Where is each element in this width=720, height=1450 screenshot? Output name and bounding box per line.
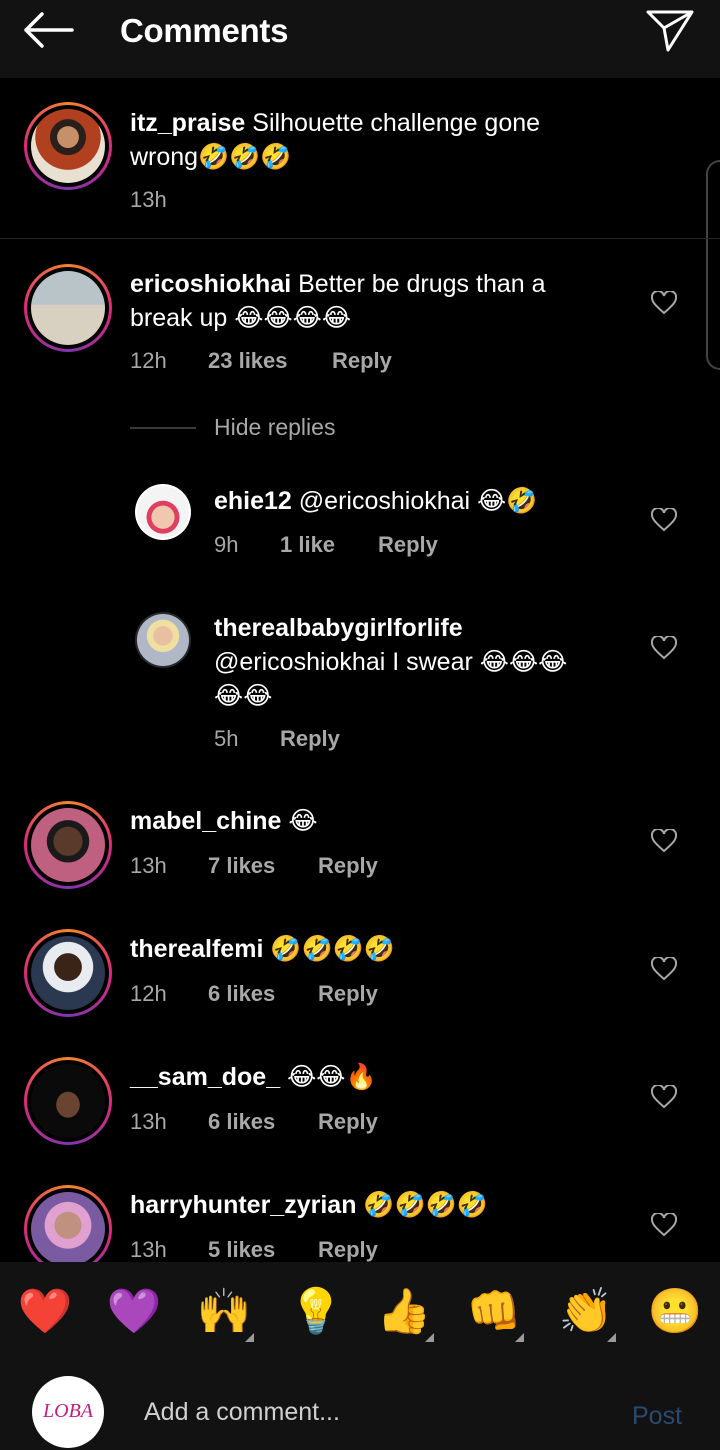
avatar: LOBA [32, 1376, 104, 1448]
reply-time: 5h [214, 726, 239, 751]
avatar[interactable] [24, 801, 112, 889]
avatar[interactable] [24, 929, 112, 1017]
heart-icon[interactable] [651, 957, 677, 981]
comment-meta: 12h 23 likes Reply [130, 348, 392, 374]
avatar[interactable] [24, 1057, 112, 1145]
comment-composer: LOBA Add a comment... Post [0, 1364, 720, 1450]
comment-meta: 13h 7 likes Reply [130, 853, 378, 879]
comment-meta: 12h 6 likes Reply [130, 981, 378, 1007]
skin-tone-indicator-icon [607, 1333, 616, 1342]
emoji-red-heart[interactable]: ❤️ [15, 1286, 75, 1338]
reply-button[interactable]: Reply [318, 853, 378, 879]
emoji-raising-hands[interactable]: 🙌 [194, 1286, 254, 1342]
avatar[interactable] [24, 264, 112, 352]
comment-text: mabel_chine 😂 [130, 807, 318, 835]
heart-icon[interactable] [651, 291, 677, 315]
like-count[interactable]: 1 like [280, 532, 378, 558]
arrow-left-icon[interactable] [20, 10, 76, 50]
comment-meta: 13h 6 likes Reply [130, 1109, 378, 1135]
comment-text: __sam_doe_ 😂😂🔥 [130, 1063, 377, 1091]
avatar[interactable] [135, 612, 191, 668]
avatar[interactable] [24, 1185, 112, 1273]
reply-time: 9h [214, 532, 239, 557]
reply-button[interactable]: Reply [378, 532, 438, 558]
page-title: Comments [120, 12, 289, 49]
like-count[interactable]: 23 likes [208, 348, 332, 374]
emoji-fist[interactable]: 👊 [464, 1286, 524, 1342]
username[interactable]: therealbabygirlforlife [214, 614, 463, 642]
emoji-quick-bar: ❤️ 💜 🙌 💡 👍 👊 👏 😬 [0, 1262, 720, 1364]
comment-text: ericoshiokhai Better be drugs than a bre… [130, 270, 546, 332]
heart-icon[interactable] [651, 1085, 677, 1109]
comment-time: 12h [130, 348, 167, 373]
reply-meta: 9h 1 like Reply [214, 532, 438, 558]
avatar[interactable] [24, 102, 112, 190]
reply-button[interactable]: Reply [318, 1237, 378, 1263]
paper-plane-icon[interactable] [644, 6, 696, 54]
like-count[interactable]: 5 likes [208, 1237, 318, 1263]
caption-text: itz_praise Silhouette challenge gone wro… [130, 109, 541, 171]
comment-time: 13h [130, 1109, 167, 1134]
emoji-light-bulb[interactable]: 💡 [286, 1286, 346, 1338]
hide-replies-line [130, 427, 196, 429]
username[interactable]: ehie12 [214, 487, 292, 515]
emoji-thumbs-up[interactable]: 👍 [374, 1286, 434, 1342]
heart-icon[interactable] [651, 508, 677, 532]
top-bar: Comments [0, 0, 720, 78]
caption-time: 13h [130, 187, 167, 212]
like-count[interactable]: 6 likes [208, 981, 318, 1007]
username[interactable]: __sam_doe_ [130, 1063, 280, 1091]
username[interactable]: ericoshiokhai [130, 270, 291, 298]
avatar[interactable] [135, 484, 191, 540]
hide-replies-button[interactable]: Hide replies [214, 414, 335, 441]
emoji-purple-heart[interactable]: 💜 [104, 1286, 164, 1338]
username[interactable]: harryhunter_zyrian [130, 1191, 356, 1219]
reply-button[interactable]: Reply [332, 348, 392, 374]
like-count[interactable]: 7 likes [208, 853, 318, 879]
scrollbar[interactable] [706, 160, 720, 370]
emoji-grimacing-face[interactable]: 😬 [645, 1286, 705, 1338]
reply-button[interactable]: Reply [318, 981, 378, 1007]
like-count[interactable]: 6 likes [208, 1109, 318, 1135]
heart-icon[interactable] [651, 829, 677, 853]
reply-text: therealbabygirlforlife @ericoshiokhai I … [214, 614, 568, 710]
username[interactable]: itz_praise [130, 109, 245, 137]
reply-button[interactable]: Reply [280, 726, 340, 752]
divider [0, 238, 720, 239]
reply-meta: 5h Reply [214, 726, 340, 752]
username[interactable]: mabel_chine [130, 807, 281, 835]
comment-text: therealfemi 🤣🤣🤣🤣 [130, 935, 395, 963]
comment-time: 12h [130, 981, 167, 1006]
skin-tone-indicator-icon [245, 1333, 254, 1342]
comment-text: harryhunter_zyrian 🤣🤣🤣🤣 [130, 1191, 488, 1219]
emoji-clapping-hands[interactable]: 👏 [556, 1286, 616, 1342]
reply-text: ehie12 @ericoshiokhai 😂🤣 [214, 487, 538, 515]
username[interactable]: therealfemi [130, 935, 263, 963]
comment-time: 13h [130, 1237, 167, 1262]
skin-tone-indicator-icon [425, 1333, 434, 1342]
comment-meta: 13h 5 likes Reply [130, 1237, 378, 1263]
comment-input[interactable]: Add a comment... [144, 1398, 340, 1427]
reply-button[interactable]: Reply [318, 1109, 378, 1135]
heart-icon[interactable] [651, 636, 677, 660]
skin-tone-indicator-icon [515, 1333, 524, 1342]
heart-icon[interactable] [651, 1213, 677, 1237]
post-button[interactable]: Post [632, 1402, 682, 1431]
comment-time: 13h [130, 853, 167, 878]
